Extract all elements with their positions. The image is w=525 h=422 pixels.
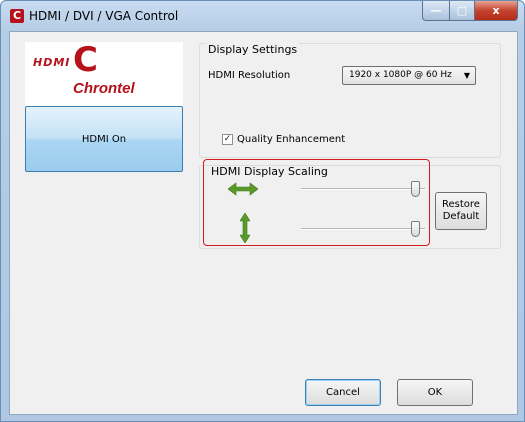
vertical-scale-slider-track[interactable] [301, 228, 425, 230]
close-icon: x [492, 4, 500, 17]
close-button[interactable]: x [475, 1, 518, 21]
minimize-icon: — [430, 4, 442, 17]
title-bar[interactable]: C HDMI / DVI / VGA Control — □ x [1, 1, 524, 31]
cancel-button[interactable]: Cancel [305, 379, 381, 406]
vertical-scale-slider-thumb[interactable] [410, 221, 420, 237]
maximize-button[interactable]: □ [450, 1, 475, 21]
caption-buttons: — □ x [422, 1, 518, 21]
logo-hdmi-text: HDMI [33, 56, 71, 69]
app-icon: C [10, 9, 24, 23]
quality-enhancement-label: Quality Enhancement [237, 134, 346, 145]
minimize-button[interactable]: — [422, 1, 450, 21]
hdmi-display-scaling-group: HDMI Display Scaling [203, 159, 430, 246]
window-title: HDMI / DVI / VGA Control [29, 9, 179, 23]
display-settings-title: Display Settings [206, 43, 300, 56]
quality-enhancement-checkbox[interactable]: ✓ Quality Enhancement [222, 134, 345, 145]
dropdown-arrow-icon: ▼ [463, 71, 470, 80]
restore-default-label: Restore Default [442, 199, 480, 222]
restore-default-button[interactable]: Restore Default [435, 192, 487, 230]
ok-button[interactable]: OK [397, 379, 473, 406]
display-settings-group: Display Settings HDMI Resolution 1920 x … [199, 43, 501, 158]
logo-c-mark: C [73, 40, 98, 80]
chrontel-logo: HDMI C Chrontel [25, 42, 183, 106]
hdmi-resolution-value: 1920 x 1080P @ 60 Hz [349, 70, 452, 80]
hdmi-on-button[interactable]: HDMI On [25, 106, 183, 172]
horizontal-arrows-icon [228, 182, 258, 196]
hdmi-resolution-label: HDMI Resolution [208, 70, 291, 81]
logo-brand-text: Chrontel [73, 80, 135, 97]
app-window: C HDMI / DVI / VGA Control — □ x HDMI C … [0, 0, 525, 422]
checkbox-check-icon: ✓ [222, 134, 233, 145]
vertical-arrows-icon [240, 213, 250, 243]
client-area: HDMI C Chrontel HDMI On Display Settings… [9, 31, 518, 415]
maximize-icon: □ [456, 4, 468, 17]
horizontal-scale-slider-track[interactable] [301, 188, 425, 190]
hdmi-display-scaling-title: HDMI Display Scaling [211, 165, 328, 178]
hdmi-resolution-select[interactable]: 1920 x 1080P @ 60 Hz ▼ [342, 66, 476, 85]
horizontal-scale-slider-thumb[interactable] [410, 181, 420, 197]
